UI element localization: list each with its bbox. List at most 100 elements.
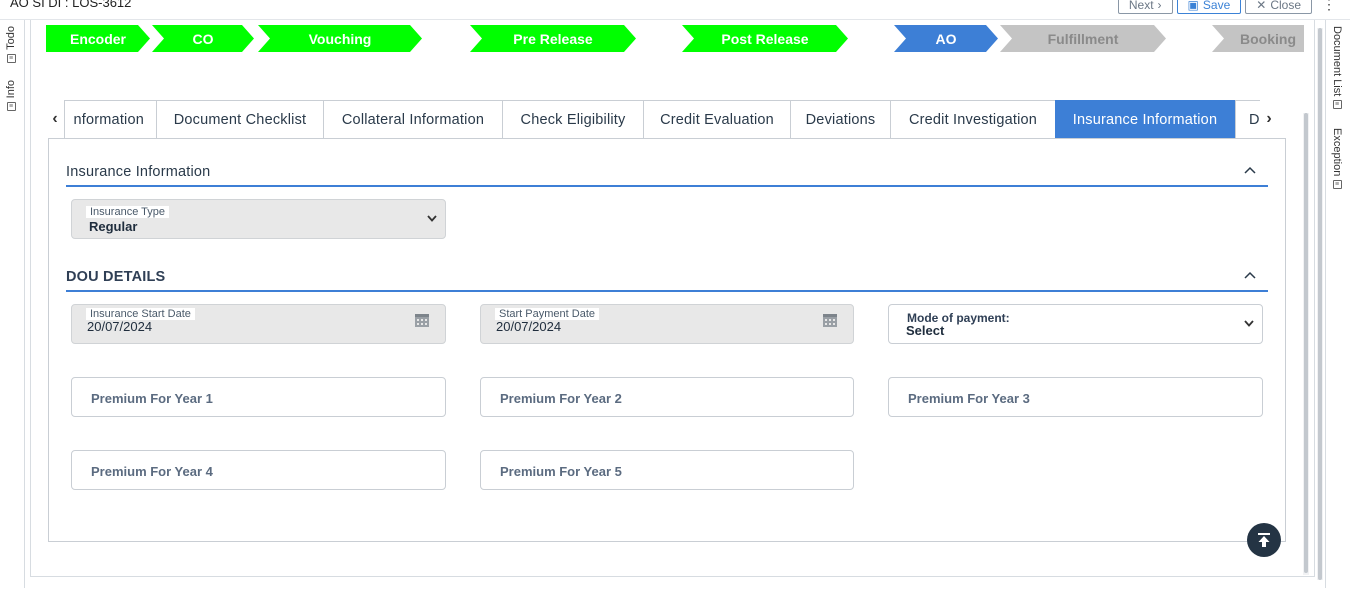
tab-credit-evaluation[interactable]: Credit Evaluation: [643, 100, 791, 139]
tab-d[interactable]: D: [1235, 100, 1260, 139]
field-placeholder: Premium For Year 5: [500, 464, 622, 479]
start-payment-date-field[interactable]: Start Payment Date 20/07/2024: [480, 304, 854, 344]
tab-strip: ‹ nformation Document Checklist Collater…: [48, 100, 1285, 139]
mode-of-payment-select[interactable]: Mode of payment: Select: [888, 304, 1263, 344]
tab-label: Document Checklist: [173, 112, 307, 128]
next-button-label: Next: [1128, 0, 1154, 12]
chevron-down-icon: [427, 215, 437, 222]
save-icon: ▣: [1187, 0, 1199, 12]
step-label: AO: [935, 30, 957, 47]
premium-year-1-input[interactable]: Premium For Year 1: [71, 377, 446, 417]
insurance-type-select[interactable]: Insurance Type Regular: [71, 199, 446, 239]
chevron-up-icon[interactable]: [1244, 166, 1256, 174]
step-label: Booking: [1240, 30, 1296, 47]
step-vouching[interactable]: Vouching: [258, 25, 422, 52]
top-bar: AO SI DI : LOS-3612 Next › ▣ Save ✕ Clos…: [0, 0, 1350, 20]
tab-label: Credit Evaluation: [660, 112, 774, 128]
save-button-label: Save: [1202, 0, 1231, 12]
panel-scrollbar-thumb[interactable]: [1304, 113, 1308, 573]
step-ao[interactable]: AO: [894, 25, 998, 52]
step-label: CO: [192, 30, 214, 47]
step-label: Vouching: [308, 30, 372, 47]
info-panel-icon: ≡: [6, 102, 16, 112]
top-actions: Next › ▣ Save ✕ Close ⋮: [1117, 0, 1336, 14]
tab-insurance-information[interactable]: Insurance Information: [1055, 100, 1235, 139]
tab-deviations[interactable]: Deviations: [790, 100, 891, 139]
tab-label: Credit Investigation: [908, 112, 1038, 128]
step-co[interactable]: CO: [152, 25, 254, 52]
close-button[interactable]: ✕ Close: [1245, 0, 1312, 14]
tab-viewport: nformation Document Checklist Collateral…: [64, 100, 1260, 139]
tab-label: D: [1249, 112, 1260, 128]
premium-year-3-input[interactable]: Premium For Year 3: [888, 377, 1263, 417]
tab-check-eligibility[interactable]: Check Eligibility: [502, 100, 644, 139]
chevron-right-icon: ›: [1157, 0, 1162, 12]
insurance-section-header[interactable]: Insurance Information: [66, 160, 1268, 187]
tab-scroll-left-icon[interactable]: ‹: [48, 110, 62, 128]
section-title: Insurance Information: [66, 164, 211, 180]
rail-tab-todo-label: Todo: [5, 26, 17, 50]
rail-tab-document-list-label: Document List: [1331, 26, 1343, 97]
next-button[interactable]: Next ›: [1117, 0, 1173, 14]
tab-label: Insurance Information: [1072, 112, 1218, 128]
tab-label: Collateral Information: [341, 112, 485, 128]
rail-tab-exception-label: Exception: [1331, 128, 1343, 177]
field-placeholder: Premium For Year 4: [91, 464, 213, 479]
exception-icon: ≡: [1332, 180, 1342, 190]
calendar-icon[interactable]: [414, 312, 430, 328]
step-post-release[interactable]: Post Release: [682, 25, 848, 52]
step-label: Encoder: [69, 30, 126, 47]
field-value: 20/07/2024: [496, 319, 562, 334]
step-fulfillment[interactable]: Fulfillment: [1000, 25, 1166, 52]
step-label: Fulfillment: [1047, 30, 1119, 47]
tab-label: Check Eligibility: [520, 112, 626, 128]
step-label: Post Release: [721, 30, 809, 47]
field-placeholder: Premium For Year 2: [500, 391, 622, 406]
calendar-icon[interactable]: [822, 312, 838, 328]
field-value: Regular: [89, 219, 138, 234]
panel-scrollbar[interactable]: [1303, 113, 1309, 575]
field-value: Select: [906, 323, 945, 338]
save-button[interactable]: ▣ Save: [1176, 0, 1242, 14]
premium-year-2-input[interactable]: Premium For Year 2: [480, 377, 854, 417]
page-scrollbar-thumb[interactable]: [1318, 28, 1322, 580]
section-title: DOU DETAILS: [66, 269, 166, 285]
tab-information[interactable]: nformation: [64, 100, 157, 139]
rail-tab-info-label: Info: [5, 80, 17, 99]
dou-section-header[interactable]: DOU DETAILS: [66, 265, 1268, 292]
scroll-to-top-button[interactable]: [1247, 523, 1281, 557]
tab-label: nformation: [73, 112, 144, 128]
arrow-to-top-icon: [1258, 533, 1270, 547]
chevron-down-icon: [1244, 320, 1254, 327]
tab-label: Deviations: [805, 112, 876, 128]
field-label: Insurance Type: [86, 206, 170, 218]
field-placeholder: Premium For Year 1: [91, 391, 213, 406]
rail-tab-document-list[interactable]: Document List ≡: [1331, 26, 1343, 110]
rail-tab-todo[interactable]: Todo ≡: [5, 26, 17, 63]
close-icon: ✕: [1256, 0, 1267, 12]
field-value: 20/07/2024: [87, 319, 153, 334]
app-title: AO SI DI : LOS-3612: [10, 0, 132, 10]
rail-tab-exception[interactable]: Exception ≡: [1331, 128, 1343, 190]
tab-document-checklist[interactable]: Document Checklist: [156, 100, 324, 139]
left-rail: Todo ≡ Info ≡: [0, 20, 25, 588]
chevron-up-icon[interactable]: [1244, 271, 1256, 279]
tab-collateral-information[interactable]: Collateral Information: [323, 100, 503, 139]
tab-credit-investigation[interactable]: Credit Investigation: [890, 100, 1056, 139]
page-scrollbar[interactable]: [1317, 28, 1323, 580]
step-encoder[interactable]: Encoder: [46, 25, 150, 52]
more-options-icon[interactable]: ⋮: [1322, 0, 1336, 13]
workflow-stepper: Encoder CO Vouching Pre Release Post Rel…: [46, 25, 1304, 52]
clipboard-icon: ≡: [6, 53, 16, 63]
step-pre-release[interactable]: Pre Release: [470, 25, 636, 52]
right-rail: Document List ≡ Exception ≡: [1325, 20, 1350, 588]
close-button-label: Close: [1270, 0, 1301, 12]
tab-scroll-right-icon[interactable]: ›: [1262, 110, 1276, 128]
step-booking[interactable]: Booking: [1212, 25, 1304, 52]
premium-year-4-input[interactable]: Premium For Year 4: [71, 450, 446, 490]
field-placeholder: Premium For Year 3: [908, 391, 1030, 406]
insurance-start-date-field[interactable]: Insurance Start Date 20/07/2024: [71, 304, 446, 344]
rail-tab-info[interactable]: Info ≡: [5, 80, 17, 112]
step-label: Pre Release: [513, 30, 593, 47]
premium-year-5-input[interactable]: Premium For Year 5: [480, 450, 854, 490]
